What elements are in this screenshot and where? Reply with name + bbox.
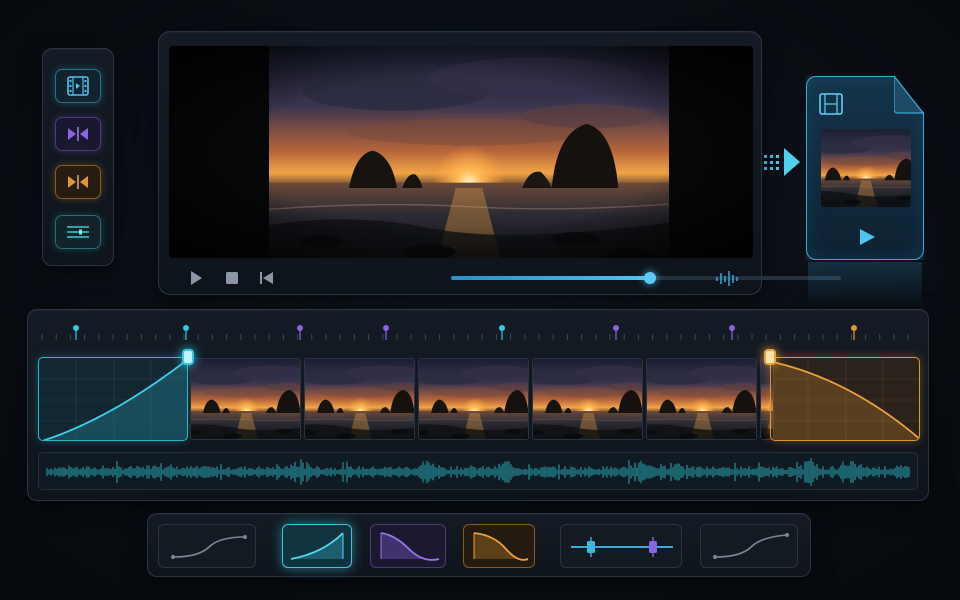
video-file-icon (819, 93, 843, 115)
file-thumbnail (821, 129, 911, 207)
film-icon (67, 76, 89, 96)
timeline-marker[interactable] (729, 325, 735, 340)
crossfade-tool-button[interactable] (55, 165, 101, 199)
video-preview[interactable] (169, 46, 753, 258)
stop-icon[interactable] (225, 271, 239, 285)
fade-out-region[interactable] (770, 357, 920, 441)
timeline-ruler[interactable] (38, 318, 918, 348)
skip-back-icon[interactable] (259, 270, 275, 286)
video-track (38, 349, 920, 443)
preset-ease-in-fade[interactable] (463, 524, 535, 568)
scrubber[interactable] (451, 272, 841, 284)
audio-track[interactable] (38, 452, 918, 490)
audio-waveform (46, 458, 910, 486)
timeline-marker[interactable] (383, 325, 389, 340)
crossfade-icon (68, 175, 88, 189)
fade-curve-presets (147, 513, 811, 577)
sliders-icon (67, 226, 89, 238)
adjust-tool-button[interactable] (55, 215, 101, 249)
scrubber-handle[interactable] (643, 272, 656, 284)
split-merge-icon (68, 127, 88, 141)
page-fold-corner (894, 76, 924, 114)
preset-dual-slider[interactable] (560, 524, 682, 568)
timeline-marker[interactable] (613, 325, 619, 340)
video-clip[interactable] (190, 358, 301, 440)
timeline-panel (27, 309, 929, 501)
preset-s-curve-alt[interactable] (700, 524, 798, 568)
card-reflection (808, 262, 922, 308)
export-arrow-icon (764, 148, 800, 176)
video-clip[interactable] (304, 358, 415, 440)
timeline-marker[interactable] (73, 325, 79, 340)
tool-rail (42, 48, 114, 266)
preset-linear-fade-in[interactable] (282, 524, 352, 568)
transport-bar (169, 264, 841, 292)
preset-s-curve[interactable] (158, 524, 256, 568)
fade-in-handle[interactable] (182, 349, 194, 365)
scrubber-progress (451, 276, 650, 280)
preset-ease-out-fade[interactable] (370, 524, 446, 568)
video-clip[interactable] (532, 358, 643, 440)
preview-frame (169, 46, 753, 258)
audio-meter-icon[interactable] (715, 268, 741, 288)
preview-monitor (158, 31, 841, 295)
timeline-marker[interactable] (499, 325, 505, 340)
film-tool-button[interactable] (55, 69, 101, 103)
play-icon[interactable] (857, 227, 877, 247)
fade-out-handle[interactable] (764, 349, 776, 365)
video-clip[interactable] (646, 358, 757, 440)
play-icon[interactable] (189, 270, 203, 286)
split-tool-button[interactable] (55, 117, 101, 151)
fade-in-region[interactable] (38, 357, 188, 441)
video-clip[interactable] (418, 358, 529, 440)
